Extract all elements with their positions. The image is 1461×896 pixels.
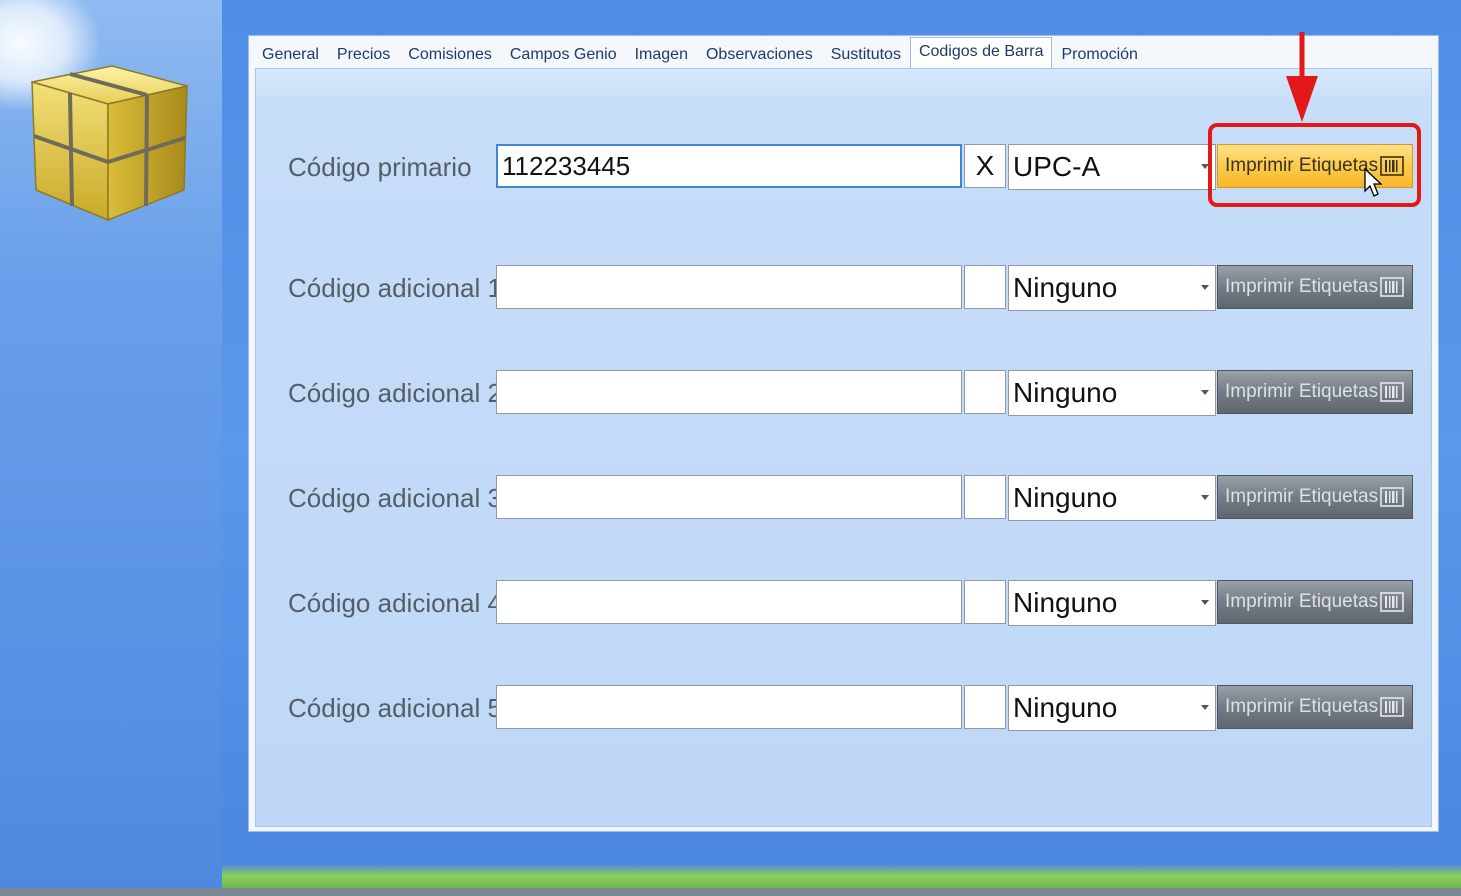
barcode-row-additional-1: Código adicional 1 Ninguno Imprimir Etiq… bbox=[256, 265, 1433, 311]
primary-code-input[interactable] bbox=[496, 144, 962, 188]
panel-header-band bbox=[256, 69, 1431, 107]
additional-code-1-checkbox[interactable] bbox=[964, 265, 1006, 309]
row-label: Código adicional 4 bbox=[288, 588, 502, 618]
additional-code-2-input[interactable] bbox=[496, 370, 962, 414]
button-label: Imprimir Etiquetas bbox=[1225, 381, 1379, 402]
chevron-down-icon bbox=[1201, 390, 1209, 395]
additional-code-5-input[interactable] bbox=[496, 685, 962, 729]
barcode-icon bbox=[1380, 487, 1404, 507]
additional-code-3-input[interactable] bbox=[496, 475, 962, 519]
print-labels-button-2[interactable]: Imprimir Etiquetas bbox=[1217, 370, 1413, 414]
print-labels-button-1[interactable]: Imprimir Etiquetas bbox=[1217, 265, 1413, 309]
chevron-down-icon bbox=[1201, 705, 1209, 710]
additional-code-2-checkbox[interactable] bbox=[964, 370, 1006, 414]
tab-campos-genio[interactable]: Campos Genio bbox=[501, 42, 626, 68]
barcode-row-additional-4: Código adicional 4 Ninguno Imprimir Etiq… bbox=[256, 580, 1433, 626]
button-label: Imprimir Etiquetas bbox=[1225, 696, 1379, 717]
highlight-box bbox=[1208, 123, 1421, 207]
barcode-icon bbox=[1380, 277, 1404, 297]
additional-code-4-checkbox[interactable] bbox=[964, 580, 1006, 624]
button-label: Imprimir Etiquetas bbox=[1225, 591, 1379, 612]
select-value: Ninguno bbox=[1013, 482, 1118, 513]
left-sidebar bbox=[0, 0, 222, 896]
row-label: Código adicional 2 bbox=[288, 378, 502, 408]
barcode-icon bbox=[1380, 592, 1404, 612]
print-labels-button-3[interactable]: Imprimir Etiquetas bbox=[1217, 475, 1413, 519]
select-value: UPC-A bbox=[1013, 151, 1101, 182]
bottom-bar bbox=[0, 888, 1461, 896]
barcode-icon bbox=[1380, 697, 1404, 717]
additional-code-1-format-select[interactable]: Ninguno bbox=[1008, 265, 1216, 311]
row-label: Código adicional 3 bbox=[288, 483, 502, 513]
barcode-row-additional-3: Código adicional 3 Ninguno Imprimir Etiq… bbox=[256, 475, 1433, 521]
select-value: Ninguno bbox=[1013, 587, 1118, 618]
additional-code-4-input[interactable] bbox=[496, 580, 962, 624]
chevron-down-icon bbox=[1201, 285, 1209, 290]
tab-imagen[interactable]: Imagen bbox=[626, 42, 697, 68]
select-value: Ninguno bbox=[1013, 272, 1118, 303]
tab-observaciones[interactable]: Observaciones bbox=[697, 42, 822, 68]
additional-code-3-format-select[interactable]: Ninguno bbox=[1008, 475, 1216, 521]
barcode-row-additional-2: Código adicional 2 Ninguno Imprimir Etiq… bbox=[256, 370, 1433, 416]
yellow-cube-icon bbox=[31, 65, 188, 222]
tab-promocion[interactable]: Promoción bbox=[1052, 42, 1146, 68]
select-value: Ninguno bbox=[1013, 377, 1118, 408]
additional-code-2-format-select[interactable]: Ninguno bbox=[1008, 370, 1216, 416]
red-arrow-icon bbox=[1286, 32, 1318, 122]
tab-general[interactable]: General bbox=[253, 42, 328, 68]
primary-format-select[interactable]: UPC-A bbox=[1008, 144, 1216, 190]
primary-code-checkbox[interactable]: X bbox=[964, 144, 1006, 188]
additional-code-4-format-select[interactable]: Ninguno bbox=[1008, 580, 1216, 626]
additional-code-5-checkbox[interactable] bbox=[964, 685, 1006, 729]
button-label: Imprimir Etiquetas bbox=[1225, 486, 1379, 507]
additional-code-5-format-select[interactable]: Ninguno bbox=[1008, 685, 1216, 731]
barcode-icon bbox=[1380, 382, 1404, 402]
chevron-down-icon bbox=[1201, 600, 1209, 605]
row-label: Código primario bbox=[288, 152, 472, 182]
mouse-cursor-icon bbox=[1364, 168, 1383, 197]
button-label: Imprimir Etiquetas bbox=[1225, 276, 1379, 297]
select-value: Ninguno bbox=[1013, 692, 1118, 723]
print-labels-button-4[interactable]: Imprimir Etiquetas bbox=[1217, 580, 1413, 624]
grass-decoration bbox=[222, 864, 1461, 890]
print-labels-button-5[interactable]: Imprimir Etiquetas bbox=[1217, 685, 1413, 729]
additional-code-3-checkbox[interactable] bbox=[964, 475, 1006, 519]
tab-precios[interactable]: Precios bbox=[328, 42, 399, 68]
additional-code-1-input[interactable] bbox=[496, 265, 962, 309]
row-label: Código adicional 5 bbox=[288, 693, 502, 723]
tab-comisiones[interactable]: Comisiones bbox=[399, 42, 501, 68]
tab-sustitutos[interactable]: Sustitutos bbox=[822, 42, 910, 68]
chevron-down-icon bbox=[1201, 495, 1209, 500]
row-label: Código adicional 1 bbox=[288, 273, 502, 303]
tab-codigos-de-barra[interactable]: Codigos de Barra bbox=[909, 37, 1053, 68]
barcode-row-additional-5: Código adicional 5 Ninguno Imprimir Etiq… bbox=[256, 685, 1433, 731]
tab-strip: General Precios Comisiones Campos Genio … bbox=[253, 37, 1147, 68]
